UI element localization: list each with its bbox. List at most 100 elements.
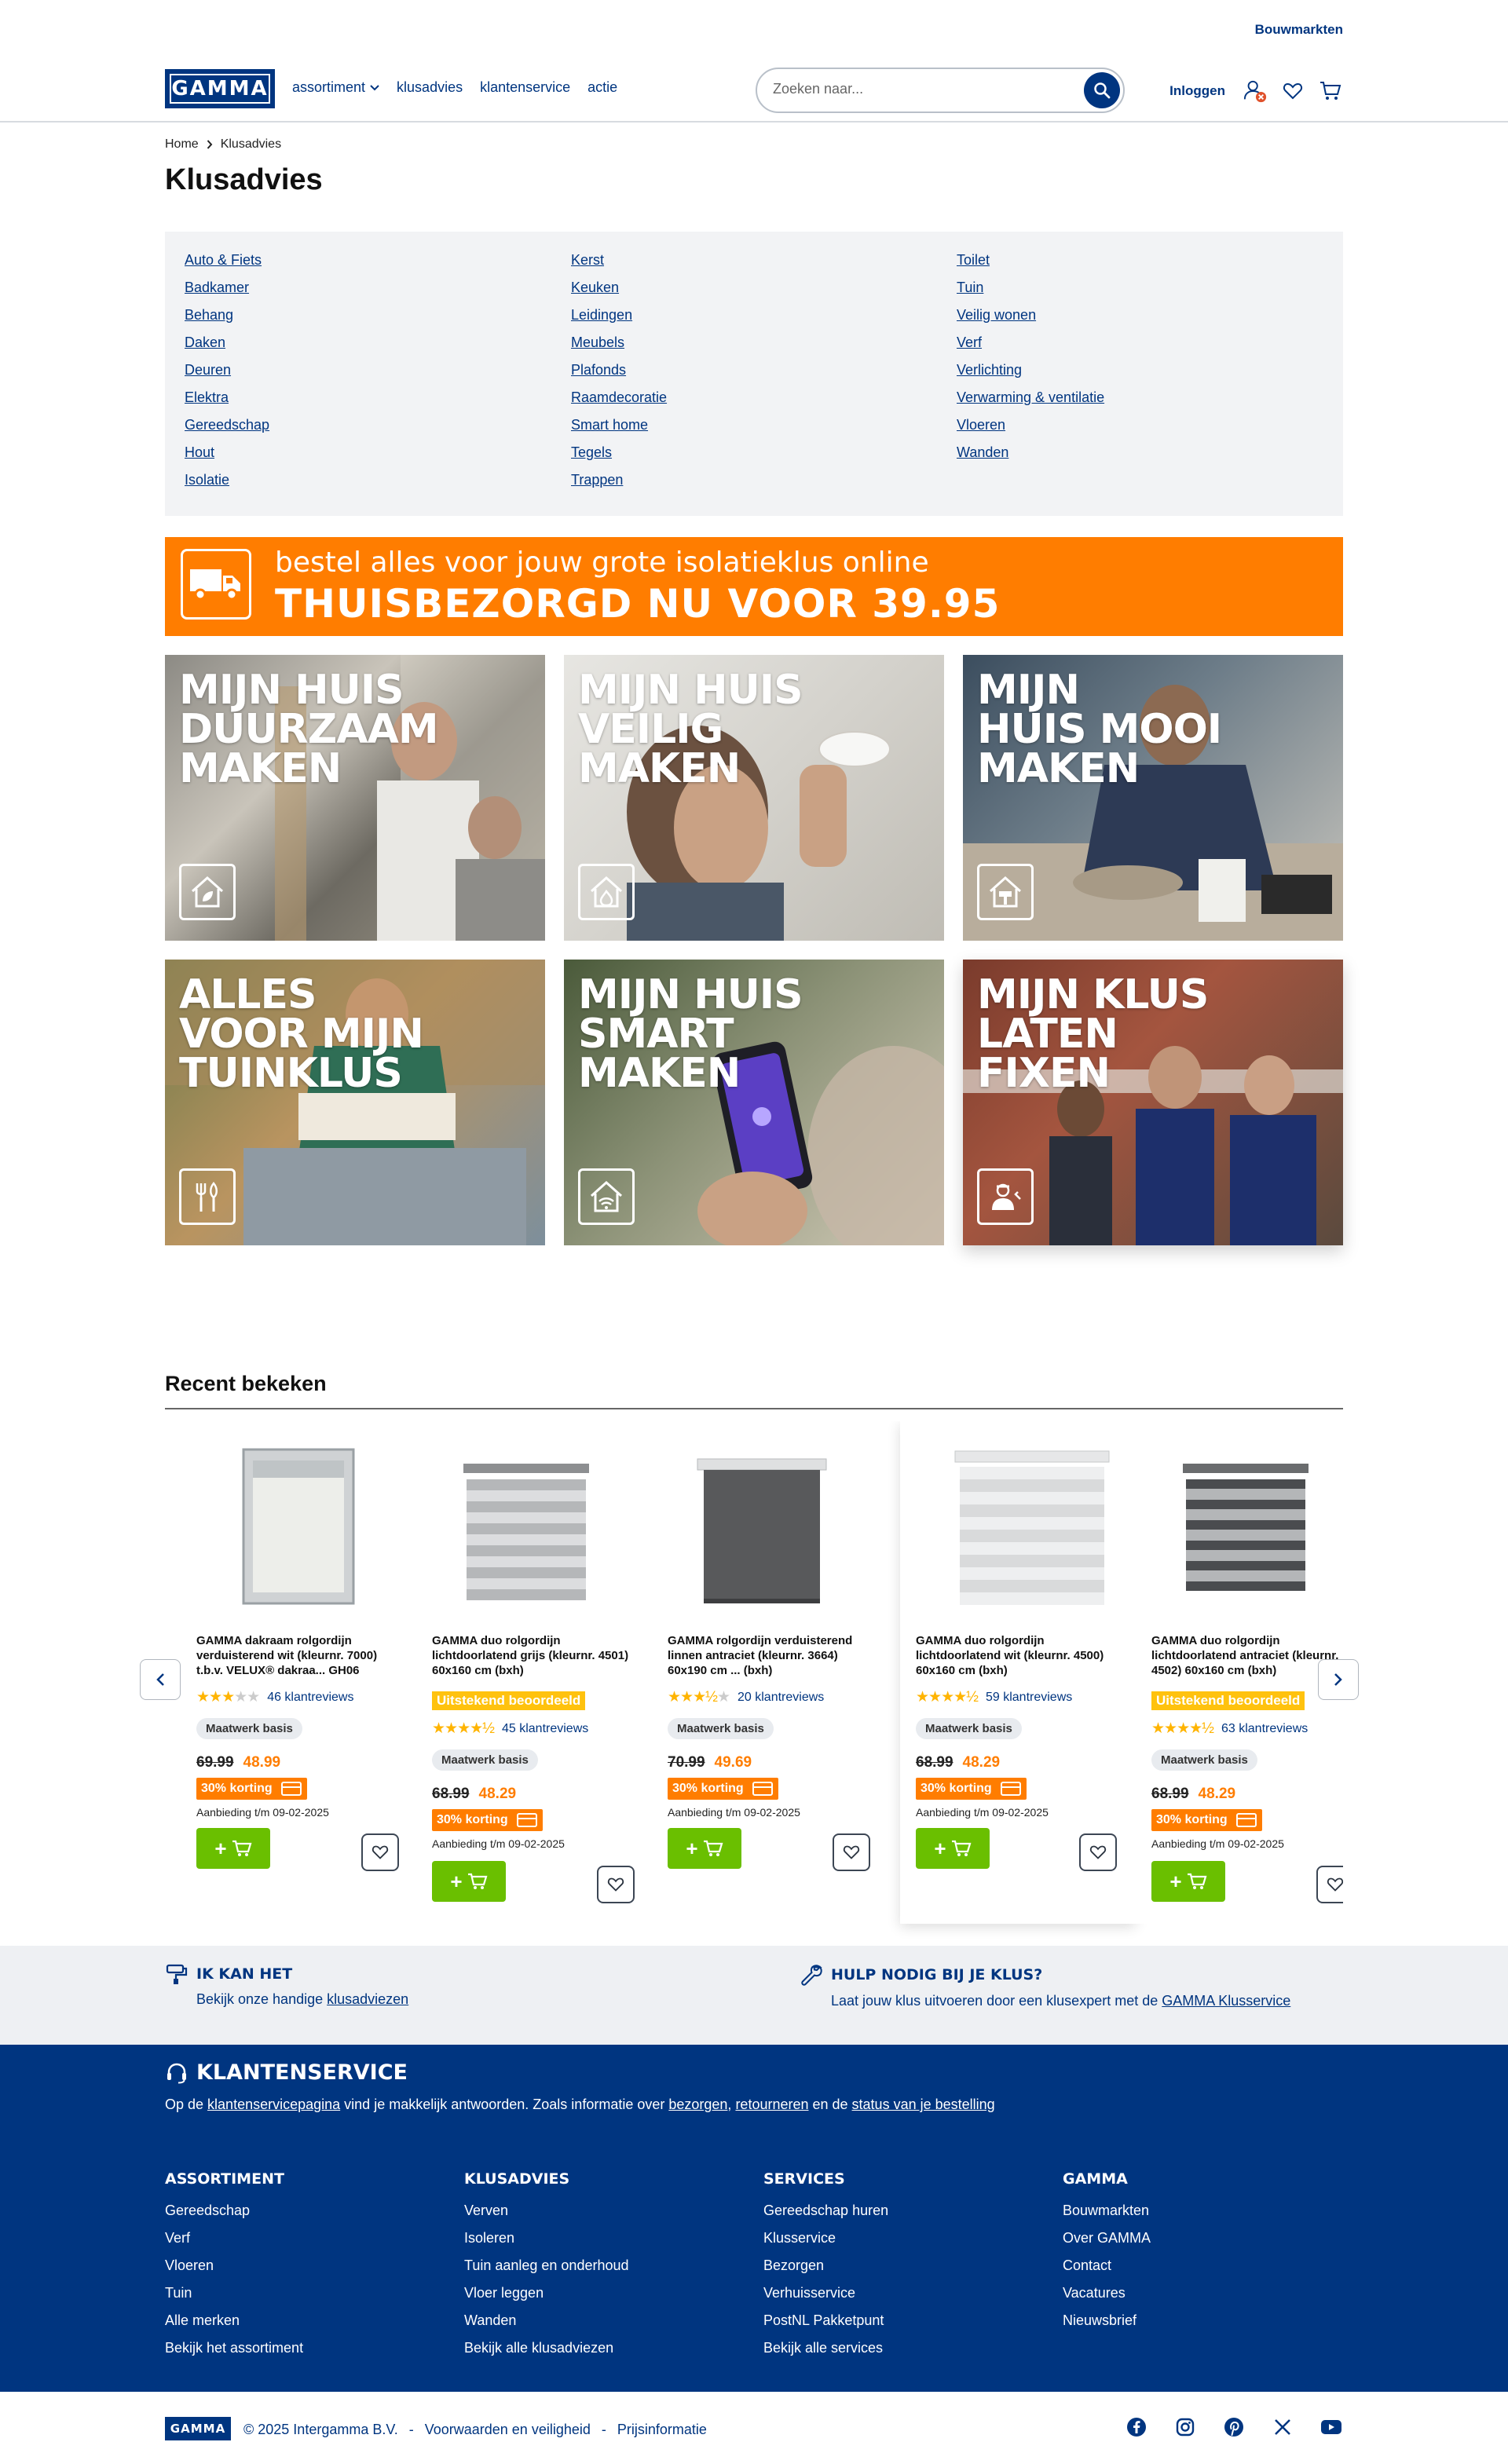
topic-link[interactable]: Veilig wonen (957, 305, 1104, 324)
topic-link[interactable]: Trappen (571, 470, 667, 489)
footer-link[interactable]: Bekijk alle services (763, 2334, 888, 2362)
topic-link[interactable]: Toilet (957, 250, 1104, 269)
nav-klusadvies[interactable]: klusadvies (397, 79, 463, 96)
add-to-cart-button[interactable]: + (668, 1828, 741, 1869)
tile-mooi[interactable]: MIJN HUIS MOOI MAKEN (963, 655, 1343, 941)
topic-link[interactable]: Tegels (571, 443, 667, 462)
topic-link[interactable]: Badkamer (185, 278, 269, 297)
wishlist-button[interactable] (361, 1833, 399, 1871)
wishlist-button[interactable] (833, 1833, 870, 1871)
topic-link[interactable]: Deuren (185, 360, 269, 379)
cart-icon[interactable] (1318, 79, 1343, 104)
footer-link[interactable]: Alle merken (165, 2307, 303, 2334)
product-card[interactable]: GAMMA rolgordijn verduisterend linnen an… (636, 1421, 872, 1924)
footer-link[interactable]: Over GAMMA (1063, 2225, 1151, 2252)
topic-link[interactable]: Verlichting (957, 360, 1104, 379)
review-count[interactable]: 46 klantreviews (267, 1691, 353, 1705)
stores-link[interactable]: Bouwmarkten (1255, 22, 1343, 38)
add-to-cart-button[interactable]: + (196, 1828, 270, 1869)
add-to-cart-button[interactable]: + (1151, 1861, 1225, 1902)
customer-service-page-link[interactable]: klantenservicepagina (207, 2097, 340, 2112)
search-input[interactable] (773, 81, 1071, 97)
tip-link[interactable]: klusadviezen (327, 1991, 408, 2007)
wishlist-button[interactable] (597, 1866, 635, 1903)
review-count[interactable]: 45 klantreviews (502, 1722, 588, 1736)
breadcrumb-home[interactable]: Home (165, 137, 199, 152)
product-card[interactable]: GAMMA dakraam rolgordijn verduisterend w… (165, 1421, 401, 1924)
nav-actie[interactable]: actie (587, 79, 617, 96)
terms-link[interactable]: Voorwaarden en veiligheid (425, 2422, 591, 2438)
footer-link[interactable]: Gereedschap (165, 2197, 303, 2225)
review-count[interactable]: 20 klantreviews (738, 1691, 824, 1705)
search-button[interactable] (1084, 72, 1120, 108)
topic-link[interactable]: Verwarming & ventilatie (957, 388, 1104, 407)
footer-link[interactable]: Vacatures (1063, 2279, 1151, 2307)
wishlist-heart-icon[interactable] (1280, 79, 1305, 104)
x-icon[interactable] (1271, 2415, 1294, 2439)
nav-assortiment[interactable]: assortiment (292, 79, 379, 96)
topic-link[interactable]: Behang (185, 305, 269, 324)
topic-link[interactable]: Vloeren (957, 415, 1104, 434)
wishlist-button[interactable] (1316, 1866, 1343, 1903)
footer-link[interactable]: Gereedschap huren (763, 2197, 888, 2225)
topic-link[interactable]: Plafonds (571, 360, 667, 379)
topic-link[interactable]: Keuken (571, 278, 667, 297)
review-count[interactable]: 59 klantreviews (986, 1691, 1072, 1705)
topic-link[interactable]: Daken (185, 333, 269, 352)
footer-link[interactable]: Verf (165, 2225, 303, 2252)
tile-duurzaam[interactable]: MIJN HUIS DUURZAAM MAKEN (165, 655, 545, 941)
pinterest-icon[interactable] (1222, 2415, 1246, 2439)
account-icon[interactable] (1243, 79, 1268, 104)
add-to-cart-button[interactable]: + (432, 1861, 506, 1902)
tile-tuin[interactable]: ALLES VOOR MIJN TUINKLUS (165, 960, 545, 1245)
footer-link[interactable]: Wanden (464, 2307, 629, 2334)
product-card[interactable]: GAMMA duo rolgordijn lichtdoorlatend wit… (900, 1421, 1136, 1924)
footer-link[interactable]: Bekijk alle klusadviezen (464, 2334, 629, 2362)
footer-link[interactable]: Verven (464, 2197, 629, 2225)
footer-link[interactable]: Klusservice (763, 2225, 888, 2252)
tile-fixen[interactable]: MIJN KLUS LATEN FIXEN (963, 960, 1343, 1245)
youtube-icon[interactable] (1320, 2415, 1343, 2439)
footer-link[interactable]: Vloer leggen (464, 2279, 629, 2307)
price-info-link[interactable]: Prijsinformatie (617, 2422, 707, 2438)
tile-veilig[interactable]: MIJN HUIS VEILIG MAKEN (564, 655, 944, 941)
footer-link[interactable]: Nieuwsbrief (1063, 2307, 1151, 2334)
footer-link[interactable]: Vloeren (165, 2252, 303, 2279)
topic-link[interactable]: Meubels (571, 333, 667, 352)
order-status-link[interactable]: status van je bestelling (852, 2097, 995, 2112)
topic-link[interactable]: Verf (957, 333, 1104, 352)
footer-link[interactable]: Bezorgen (763, 2252, 888, 2279)
footer-link[interactable]: Bouwmarkten (1063, 2197, 1151, 2225)
topic-link[interactable]: Elektra (185, 388, 269, 407)
returns-link[interactable]: retourneren (735, 2097, 808, 2112)
topic-link[interactable]: Smart home (571, 415, 667, 434)
add-to-cart-button[interactable]: + (916, 1828, 990, 1869)
footer-link[interactable]: Isoleren (464, 2225, 629, 2252)
gamma-logo-small[interactable]: GAMMA (165, 2417, 231, 2440)
footer-link[interactable]: Tuin (165, 2279, 303, 2307)
product-card[interactable]: GAMMA duo rolgordijn lichtdoorlatend gri… (401, 1421, 636, 1924)
carousel-next-button[interactable] (1318, 1659, 1359, 1700)
footer-link[interactable]: Contact (1063, 2252, 1151, 2279)
topic-link[interactable]: Hout (185, 443, 269, 462)
footer-link[interactable]: Tuin aanleg en onderhoud (464, 2252, 629, 2279)
topic-link[interactable]: Wanden (957, 443, 1104, 462)
tile-smart[interactable]: MIJN HUIS SMART MAKEN (564, 960, 944, 1245)
footer-link[interactable]: PostNL Pakketpunt (763, 2307, 888, 2334)
gamma-logo[interactable]: GAMMA (165, 69, 275, 108)
login-link[interactable]: Inloggen (1169, 83, 1225, 99)
footer-link[interactable]: Verhuisservice (763, 2279, 888, 2307)
carousel-prev-button[interactable] (140, 1659, 181, 1700)
instagram-icon[interactable] (1173, 2415, 1197, 2439)
tip-link[interactable]: GAMMA Klusservice (1162, 1993, 1290, 2009)
topic-link[interactable]: Kerst (571, 250, 667, 269)
topic-link[interactable]: Tuin (957, 278, 1104, 297)
topic-link[interactable]: Auto & Fiets (185, 250, 269, 269)
topic-link[interactable]: Leidingen (571, 305, 667, 324)
facebook-icon[interactable] (1125, 2415, 1148, 2439)
footer-link[interactable]: Bekijk het assortiment (165, 2334, 303, 2362)
delivery-promo-banner[interactable]: bestel alles voor jouw grote isolatieklu… (165, 537, 1343, 636)
product-card[interactable]: GAMMA duo rolgordijn lichtdoorlatend ant… (1120, 1421, 1343, 1924)
review-count[interactable]: 63 klantreviews (1221, 1722, 1308, 1736)
nav-klantenservice[interactable]: klantenservice (480, 79, 570, 96)
